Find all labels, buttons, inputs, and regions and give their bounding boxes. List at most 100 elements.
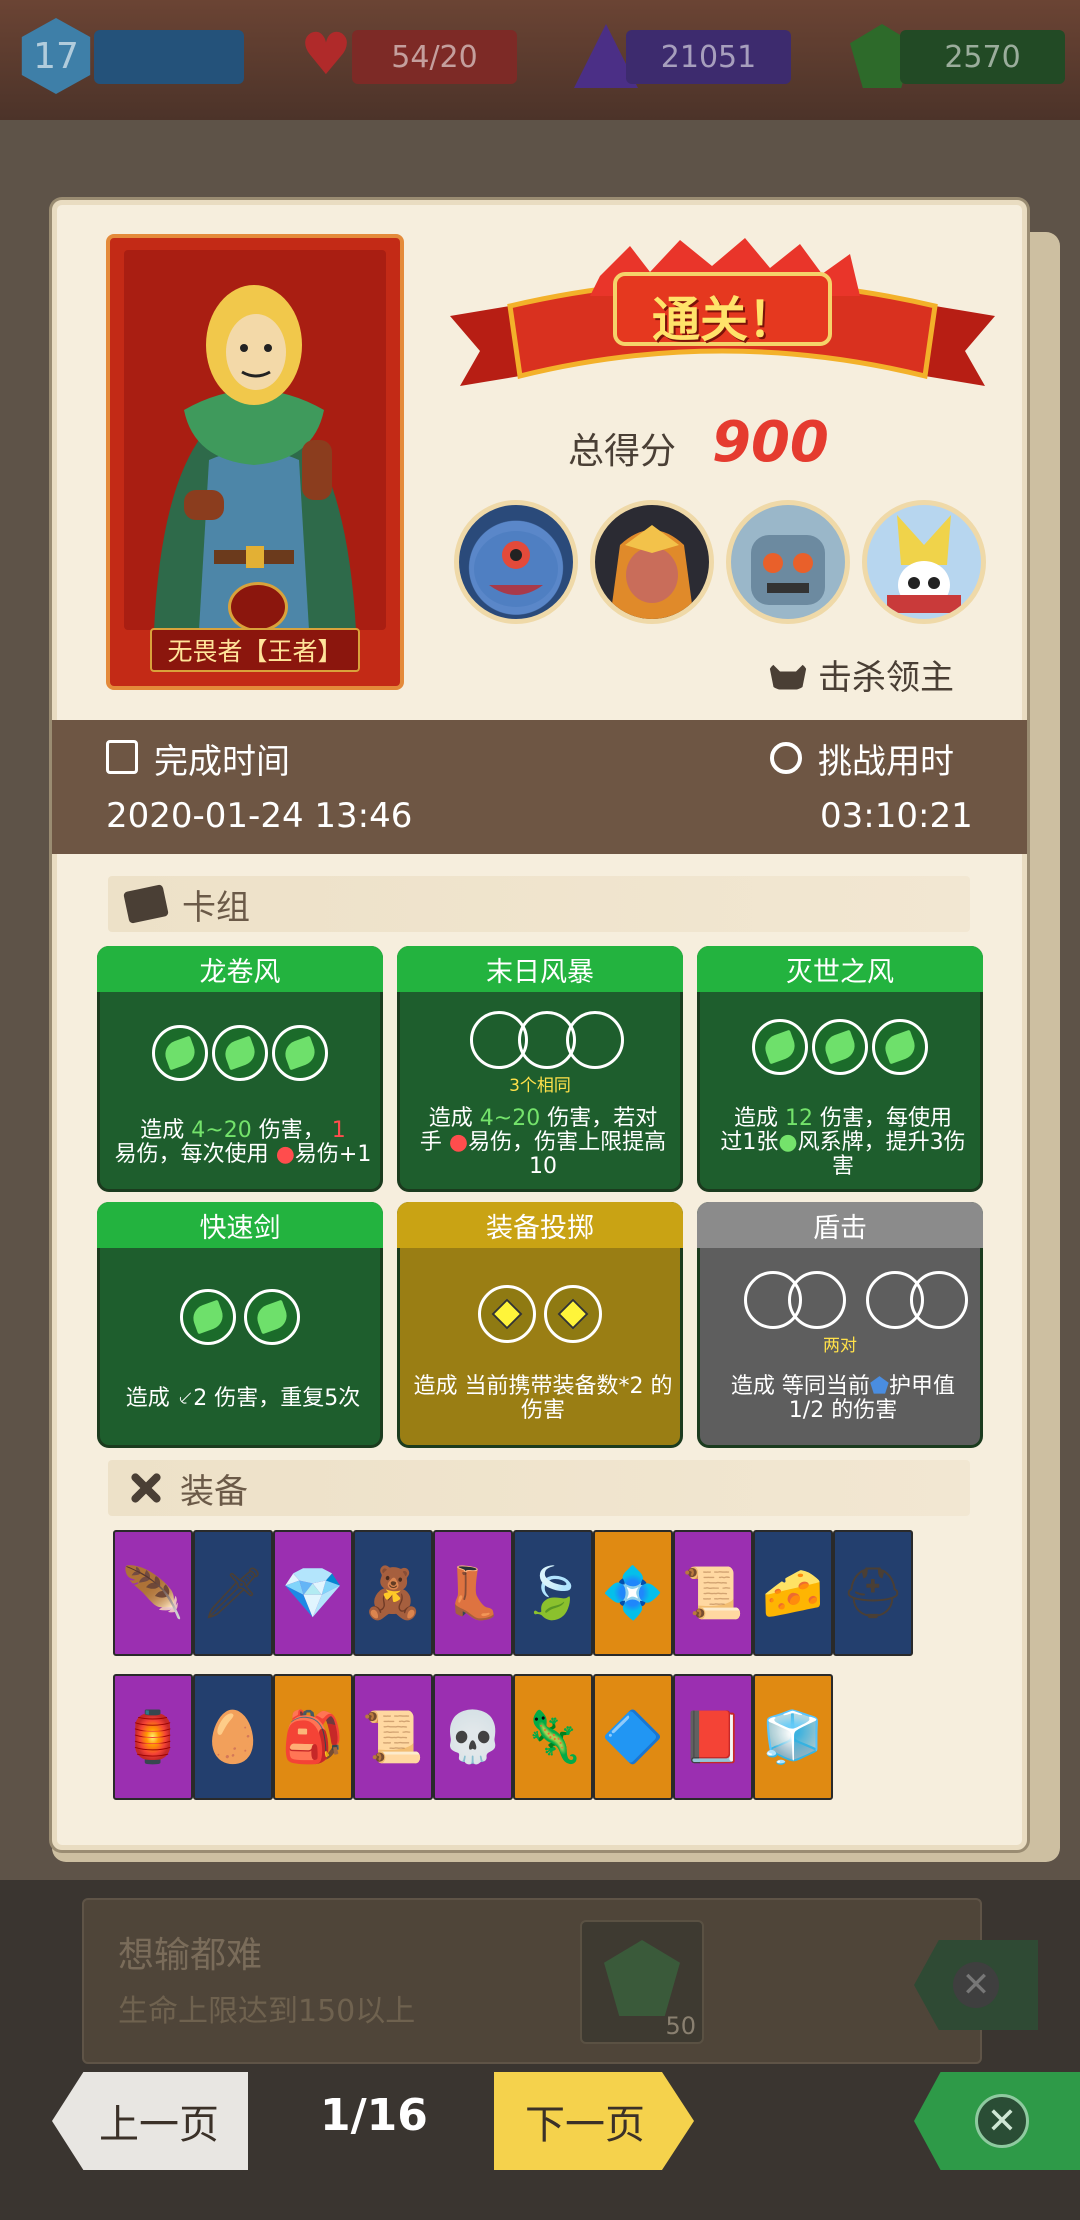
card-title: 快速剑 xyxy=(97,1202,383,1248)
rainbow-gem-icon-glyph: 🔷 xyxy=(601,1707,665,1766)
voodoo-doll-icon[interactable]: 🧸 xyxy=(353,1530,433,1656)
prev-page-label: 上一页 xyxy=(99,2102,219,2148)
card-slots xyxy=(152,1025,328,1081)
card-description: 造成 等同当前⬟护甲值 1/2 的伤害 xyxy=(730,1374,956,1423)
card-title: 装备投掷 xyxy=(397,1202,683,1248)
boss-portrait-3 xyxy=(726,500,850,624)
score-value: 900 xyxy=(712,410,829,475)
duration-label: 挑战用时 xyxy=(818,742,954,782)
finish-time-value: 2020-01-24 13:46 xyxy=(106,796,413,836)
card-title: 末日风暴 xyxy=(397,946,683,992)
skull-mask-icon-glyph: 💀 xyxy=(441,1707,505,1766)
crystal-display: 21051 xyxy=(626,30,791,84)
duration-value: 03:10:21 xyxy=(820,796,973,836)
lizard-icon[interactable]: 🦎 xyxy=(513,1674,593,1800)
card-slots xyxy=(752,1019,928,1075)
poison-book-icon-glyph: 📕 xyxy=(681,1707,745,1766)
card-description: 造成 12 伤害，每使用 过1张●风系牌，提升3伤 害 xyxy=(720,1106,966,1179)
slot-requirement: 两对 xyxy=(823,1336,857,1356)
heart-icon: ♥ xyxy=(300,20,352,88)
card-description: 造成 ⸔2 伤害，重复5次 xyxy=(125,1386,361,1411)
card-world-ending-wind[interactable]: 灭世之风 造成 12 伤害，每使用 过1张●风系牌，提升3伤 害 xyxy=(697,946,983,1192)
card-slots xyxy=(478,1285,602,1343)
cards-icon xyxy=(123,884,169,924)
leaf-icon-glyph: 🍃 xyxy=(521,1563,585,1622)
ruby-amulet-icon[interactable]: 💎 xyxy=(273,1530,353,1656)
wind-slot-icon xyxy=(812,1019,868,1075)
card-title: 龙卷风 xyxy=(97,946,383,992)
ice-crystal-icon-glyph: 🧊 xyxy=(761,1707,825,1766)
voodoo-doll-icon-glyph: 🧸 xyxy=(361,1563,425,1622)
empty-slot-icon xyxy=(788,1271,846,1329)
card-slots xyxy=(470,1011,624,1069)
skull-gem-icon[interactable]: 💠 xyxy=(593,1530,673,1656)
card-title: 灭世之风 xyxy=(697,946,983,992)
boot-icon[interactable]: 👢 xyxy=(433,1530,513,1656)
hero-illustration xyxy=(154,285,356,630)
wind-slot-icon xyxy=(244,1289,300,1345)
calendar-icon xyxy=(106,740,138,774)
feather-icon-glyph: 🪶 xyxy=(121,1563,185,1622)
boot-icon-glyph: 👢 xyxy=(441,1563,505,1622)
crossed-bones-icon xyxy=(126,1469,164,1507)
wind-slot-icon xyxy=(872,1019,928,1075)
card-shield-bash[interactable]: 盾击 两对 造成 等同当前⬟护甲值 1/2 的伤害 xyxy=(697,1202,983,1448)
close-icon-dim[interactable]: ✕ xyxy=(914,1940,1038,2030)
skull-mask-icon[interactable]: 💀 xyxy=(433,1674,513,1800)
claw-icon-glyph: 🗡 xyxy=(201,1563,265,1622)
close-icon: ✕ xyxy=(975,2094,1029,2148)
backpack-icon[interactable]: 🎒 xyxy=(273,1674,353,1800)
wind-slot-icon xyxy=(180,1289,236,1345)
kill-boss-label: 击杀领主 xyxy=(768,650,954,699)
card-tornado[interactable]: 龙卷风 造成 4~20 伤害， 1 易伤，每次使用 ●易伤+1 xyxy=(97,946,383,1192)
leaf-icon[interactable]: 🍃 xyxy=(513,1530,593,1656)
slot-requirement: 3个相同 xyxy=(509,1076,571,1096)
skull-gem-icon-glyph: 💠 xyxy=(601,1563,665,1622)
empty-slot-icon xyxy=(910,1271,968,1329)
rainbow-gem-icon[interactable]: 🔷 xyxy=(593,1674,673,1800)
green-egg-icon[interactable]: 🥚 xyxy=(193,1674,273,1800)
scroll-icon[interactable]: 📜 xyxy=(673,1530,753,1656)
crystal-value: 21051 xyxy=(660,39,757,75)
prev-page-button[interactable]: 上一页 xyxy=(52,2072,248,2170)
card-doom-storm[interactable]: 末日风暴 3个相同 造成 4~20 伤害，若对 手 ●易伤，伤害上限提高 10 xyxy=(397,946,683,1192)
backpack-icon-glyph: 🎒 xyxy=(281,1707,345,1766)
equipment-row-2: 🏮 🥚 🎒 📜 💀 🦎 🔷 📕 🧊 xyxy=(113,1674,893,1804)
finish-time-label: 完成时间 xyxy=(154,742,290,782)
reward-gem-icon: 50 xyxy=(580,1920,704,2044)
lantern-icon[interactable]: 🏮 xyxy=(113,1674,193,1800)
wind-slot-icon xyxy=(272,1025,328,1081)
reward-amount: 50 xyxy=(665,2012,696,2040)
poison-book-icon[interactable]: 📕 xyxy=(673,1674,753,1800)
wind-slot-icon xyxy=(212,1025,268,1081)
card-quick-sword[interactable]: 快速剑 造成 ⸔2 伤害，重复5次 xyxy=(97,1202,383,1448)
card-description: 造成 4~20 伤害， 1 易伤，每次使用 ●易伤+1 xyxy=(114,1118,372,1167)
claw-icon[interactable]: 🗡 xyxy=(193,1530,273,1656)
feather-icon[interactable]: 🪶 xyxy=(113,1530,193,1656)
golden-helmet-icon[interactable]: ⛑ xyxy=(833,1530,913,1656)
gem-value: 2570 xyxy=(944,39,1021,75)
next-page-button[interactable]: 下一页 xyxy=(494,2072,694,2170)
ruby-amulet-icon-glyph: 💎 xyxy=(281,1563,345,1622)
equipment-title: 装备 xyxy=(180,1471,248,1512)
fire-scroll-icon-glyph: 📜 xyxy=(361,1707,425,1766)
fire-scroll-icon[interactable]: 📜 xyxy=(353,1674,433,1800)
scroll-icon-glyph: 📜 xyxy=(681,1563,745,1622)
boss-portrait-2 xyxy=(590,500,714,624)
xp-bar xyxy=(94,30,244,84)
kill-boss-text: 击杀领主 xyxy=(818,658,954,698)
lizard-icon-glyph: 🦎 xyxy=(521,1707,585,1766)
card-equipment-throw[interactable]: 装备投掷 造成 当前携带装备数*2 的 伤害 xyxy=(397,1202,683,1448)
next-page-label: 下一页 xyxy=(525,2102,645,2148)
wind-slot-icon xyxy=(152,1025,208,1081)
diamond-slot-icon xyxy=(544,1285,602,1343)
boss-horns-icon xyxy=(768,659,808,690)
hero-card: 无畏者【王者】 xyxy=(106,234,404,690)
mossy-cheese-icon[interactable]: 🧀 xyxy=(753,1530,833,1656)
shield-icon: ⬟ xyxy=(869,1374,890,1399)
hp-display: 54/20 xyxy=(352,30,517,84)
deck-section-header: 卡组 xyxy=(108,876,970,932)
ice-crystal-icon[interactable]: 🧊 xyxy=(753,1674,833,1800)
close-button[interactable]: ✕ xyxy=(914,2072,1080,2170)
golden-helmet-icon-glyph: ⛑ xyxy=(841,1563,905,1622)
